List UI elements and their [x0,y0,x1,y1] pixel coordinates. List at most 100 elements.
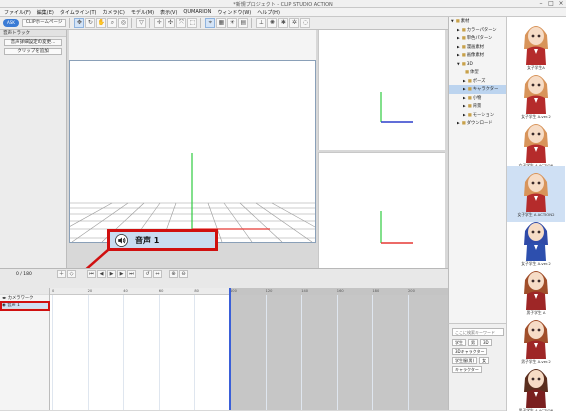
minimize-button[interactable]: – [536,0,546,8]
object-scale-icon[interactable]: ⬚ [187,18,198,28]
zoom-in-icon[interactable]: ⊕ [169,270,178,278]
tree-node-label: 体型 [470,70,479,75]
expander-icon[interactable]: ▶ [463,104,466,108]
playhead[interactable] [229,288,231,410]
object-rotate-icon[interactable]: ✣ [165,18,176,28]
object-pan-icon[interactable]: ⤧ [176,18,187,28]
maximize-button[interactable]: □ [546,0,556,8]
snap-icon[interactable]: ⌖ [205,18,216,28]
pose-icon[interactable]: ✲ [289,18,300,28]
prev-frame-icon[interactable]: ◀ [97,270,106,278]
tree-node[interactable]: ▶ ■ポーズ [449,77,506,86]
add-clip-button[interactable]: クリップを追加 [4,48,62,55]
expander-icon[interactable]: ▶ [463,79,466,83]
tree-node[interactable]: ▶ ■モーション [449,111,506,120]
menu-help[interactable]: ヘルプ(H) [257,9,280,16]
rotate-tool-icon[interactable]: ↻ [85,18,96,28]
perspective-viewport[interactable] [41,60,343,243]
tree-node[interactable]: ■体型 [449,68,506,77]
object-move-icon[interactable]: ✛ [154,18,165,28]
ask-button[interactable]: ASK [3,19,19,27]
filter-icon[interactable]: ▽ [136,18,147,28]
character-thumbnail[interactable]: 女子学生 A-ver.2 [507,215,565,271]
side-viewport-top[interactable] [318,30,445,150]
character-thumbnail[interactable]: 男子学生 A [507,264,565,320]
search-panel: 学生男3D 3Dキャラクター学生服(男)女キャラクター [448,323,506,410]
menu-timeline[interactable]: タイムライン(T) [60,9,97,16]
zoom-tool-icon[interactable]: ⌕ [107,18,118,28]
expander-icon[interactable]: ▶ [463,96,466,100]
camera-tool-icon[interactable]: ◎ [118,18,129,28]
character-thumbnail[interactable]: 女子学生 A ACTION [507,117,565,173]
character-thumbnail[interactable]: 男子学生 A ACTION [507,362,565,411]
audio-settings-button[interactable]: 音声詳細設定の変更... [4,39,62,46]
range-icon[interactable]: ⇔ [153,270,162,278]
zoom-out-icon[interactable]: ⊖ [179,270,188,278]
tree-node-label: 3D [466,61,473,67]
tree-node[interactable]: ▶ ■漫画素材 [449,43,506,52]
clip-homepage-button[interactable]: CLIPホームページ [21,19,67,27]
character-thumbnail[interactable]: 女子学生 A ACTION2 [507,166,565,222]
menu-qumarion[interactable]: QUMARION [183,9,211,15]
expander-icon[interactable]: ▶ [463,113,466,117]
search-input[interactable] [452,328,504,336]
joint-icon[interactable]: ✺ [267,18,278,28]
tree-node[interactable]: ▼ ■3D [449,60,506,69]
last-frame-icon[interactable]: ⏭ [127,270,136,278]
bone-icon[interactable]: ⟂ [256,18,267,28]
add-keyframe-icon[interactable]: ＋ [57,270,66,278]
tree-node[interactable]: ▶ ■背景 [449,102,506,111]
character-thumbnail[interactable]: 女子学生 A-ver.2 [507,68,565,124]
pan-tool-icon[interactable]: ✋ [96,18,107,28]
expander-icon[interactable]: ▼ [451,19,454,23]
menu-file[interactable]: ファイル(F) [4,9,31,16]
keyframe-icon[interactable]: ◇ [67,270,76,278]
outline-icon[interactable]: ◌ [300,18,311,28]
menu-window[interactable]: ウィンドウ(W) [217,9,251,16]
search-tag[interactable]: 3Dキャラクター [452,348,488,355]
toolbar-separator [251,18,253,28]
menu-camera[interactable]: カメラ(C) [102,9,124,16]
menu-view[interactable]: 表示(V) [160,9,177,16]
tree-node[interactable]: ▶ ■画像素材 [449,51,506,60]
expander-icon[interactable]: ▶ [457,45,460,49]
play-icon[interactable]: ▶ [107,270,116,278]
tree-node[interactable]: ▶ ■ダウンロード [449,119,506,128]
grid-icon[interactable]: ▦ [216,18,227,28]
menu-edit[interactable]: 編集(E) [37,9,54,16]
timeline-area[interactable]: 0 20 40 60 80 100 120 140 160 180 200 [50,288,448,410]
tree-node[interactable]: ▶ ■カラーパターン [449,26,506,35]
expander-icon[interactable]: ▶ [457,36,460,40]
tree-node[interactable]: ▶ ■単色パターン [449,34,506,43]
expander-icon[interactable]: ▶ [463,87,466,91]
expander-icon[interactable]: ▶ [457,53,460,57]
menu-model[interactable]: モデル(M) [131,9,154,16]
search-tag[interactable]: 3D [480,339,492,346]
window-title: *新規プロジェクト - CLIP STUDIO ACTION [233,2,333,8]
ik-icon[interactable]: ✱ [278,18,289,28]
search-tag[interactable]: 学生 [452,339,466,346]
loop-icon[interactable]: ↺ [143,270,152,278]
tree-node[interactable]: ▶ ■小物 [449,94,506,103]
side-viewport-bottom[interactable] [318,152,445,268]
folder-icon: ■ [461,44,466,50]
search-tag[interactable]: 学生服(男) [452,357,478,364]
move-tool-icon[interactable]: ✥ [74,18,85,28]
search-tag[interactable]: 男 [468,339,478,346]
close-button[interactable]: × [556,0,566,8]
search-tag[interactable]: キャラクター [452,366,482,373]
tree-node[interactable]: ▼ ■素材 [449,17,506,26]
character-thumbnail[interactable]: 男子学生 A-ver.2 [507,313,565,369]
expander-icon[interactable]: ▶ [457,28,460,32]
expander-icon[interactable]: ▶ [457,121,460,125]
light-icon[interactable]: ☀ [227,18,238,28]
expander-icon[interactable]: ▼ [457,62,460,66]
tree-node[interactable]: ▶ ■キャラクター [449,85,506,94]
next-frame-icon[interactable]: ▶ [117,270,126,278]
character-thumbnail[interactable]: 女子学生A [507,19,565,75]
ruler-tick-label: 200 [408,289,415,293]
first-frame-icon[interactable]: ⏮ [87,270,96,278]
layout-icon[interactable]: ▤ [238,18,249,28]
timeline-gridline [372,295,374,410]
search-tag[interactable]: 女 [479,357,490,364]
